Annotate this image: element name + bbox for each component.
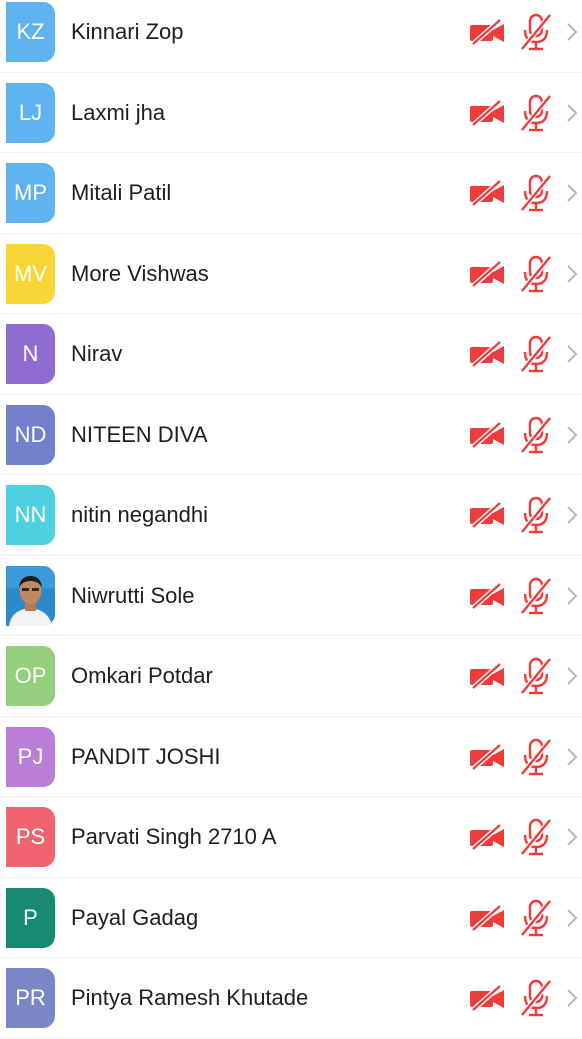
chevron-right-icon[interactable] [566, 344, 578, 364]
chevron-right-icon[interactable] [566, 505, 578, 525]
participant-row[interactable]: PJ PANDIT JOSHI [0, 716, 582, 797]
mic-off-icon[interactable] [518, 496, 554, 534]
avatar: PS [6, 807, 55, 867]
participant-name: NITEEN DIVA [71, 421, 208, 447]
participant-name: Mitali Patil [71, 180, 172, 205]
participant-name: Payal Gadag [71, 904, 199, 930]
video-off-icon[interactable] [469, 99, 505, 126]
mic-off-icon[interactable] [518, 93, 554, 132]
participant-row[interactable]: MP Mitali Patil [0, 153, 582, 234]
participant-name: Parvati Singh 2710 A [71, 824, 277, 849]
participant-name: More Vishwas [71, 260, 209, 286]
chevron-right-icon[interactable] [566, 908, 578, 928]
chevron-right-icon[interactable] [566, 827, 578, 847]
mic-off-icon[interactable] [518, 174, 554, 212]
chevron-right-icon[interactable] [566, 264, 578, 284]
avatar: MP [6, 163, 55, 223]
video-off-icon[interactable] [469, 582, 505, 609]
mic-off-icon[interactable] [518, 898, 554, 937]
video-off-icon[interactable] [469, 985, 505, 1011]
mic-off-icon[interactable] [518, 737, 554, 776]
video-off-icon[interactable] [469, 260, 505, 287]
video-off-icon[interactable] [469, 824, 505, 850]
participant-name: Laxmi jha [71, 99, 166, 125]
mic-off-icon[interactable] [518, 979, 554, 1017]
avatar: ND [6, 404, 55, 465]
mic-off-icon[interactable] [518, 13, 554, 51]
participant-row[interactable]: N Nirav [0, 314, 582, 395]
participant-row[interactable]: KZ Kinnari Zop [0, 0, 582, 73]
avatar: PJ [6, 726, 55, 787]
avatar: KZ [6, 2, 55, 62]
participant-row[interactable]: NN nitin negandhi [0, 475, 582, 556]
mic-off-icon[interactable] [518, 576, 554, 615]
avatar: NN [6, 485, 55, 545]
mic-off-icon[interactable] [518, 254, 554, 293]
mic-off-icon[interactable] [518, 818, 554, 856]
chevron-right-icon[interactable] [566, 183, 578, 203]
avatar: PR [6, 968, 55, 1028]
video-off-icon[interactable] [469, 743, 505, 770]
video-off-icon[interactable] [469, 421, 505, 448]
avatar: LJ [6, 82, 55, 143]
participant-name: Nirav [71, 341, 123, 366]
chevron-right-icon[interactable] [566, 666, 578, 686]
mic-off-icon[interactable] [518, 335, 554, 373]
video-off-icon[interactable] [469, 904, 505, 931]
participant-row[interactable]: P Payal Gadag [0, 877, 582, 958]
mic-off-icon[interactable] [518, 415, 554, 454]
mic-off-icon[interactable] [518, 657, 554, 695]
chevron-right-icon[interactable] [566, 22, 578, 42]
participant-name: Niwrutti Sole [71, 582, 195, 608]
avatar: MV [6, 243, 55, 304]
participant-name: Omkari Potdar [71, 663, 213, 688]
participant-row[interactable]: PR Pintya Ramesh Khutade [0, 958, 582, 1039]
video-off-icon[interactable] [469, 180, 505, 206]
participant-name: Kinnari Zop [71, 19, 184, 44]
chevron-right-icon[interactable] [566, 988, 578, 1008]
participant-name: Pintya Ramesh Khutade [71, 985, 309, 1010]
chevron-right-icon[interactable] [566, 586, 578, 606]
avatar: P [6, 887, 55, 948]
participant-row[interactable]: LJ Laxmi jha [0, 72, 582, 153]
participant-row[interactable]: ND NITEEN DIVA [0, 394, 582, 475]
participant-row[interactable]: OP Omkari Potdar [0, 636, 582, 717]
video-off-icon[interactable] [469, 19, 505, 45]
participant-name: PANDIT JOSHI [71, 743, 221, 769]
participant-list: KZ Kinnari Zop LJ Laxmi jha MP Mitali Pa… [0, 0, 582, 1039]
avatar: N [6, 324, 55, 384]
chevron-right-icon[interactable] [566, 425, 578, 445]
participant-row[interactable]: PS Parvati Singh 2710 A [0, 797, 582, 878]
profile-photo [6, 565, 55, 626]
participant-name: nitin negandhi [71, 502, 209, 527]
chevron-right-icon[interactable] [566, 103, 578, 123]
chevron-right-icon[interactable] [566, 747, 578, 767]
video-off-icon[interactable] [469, 663, 505, 689]
avatar-photo [6, 565, 55, 626]
participant-row[interactable]: Niwrutti Sole [0, 555, 582, 636]
participant-row[interactable]: MV More Vishwas [0, 233, 582, 314]
video-off-icon[interactable] [469, 502, 505, 528]
avatar: OP [6, 646, 55, 706]
video-off-icon[interactable] [469, 341, 505, 367]
